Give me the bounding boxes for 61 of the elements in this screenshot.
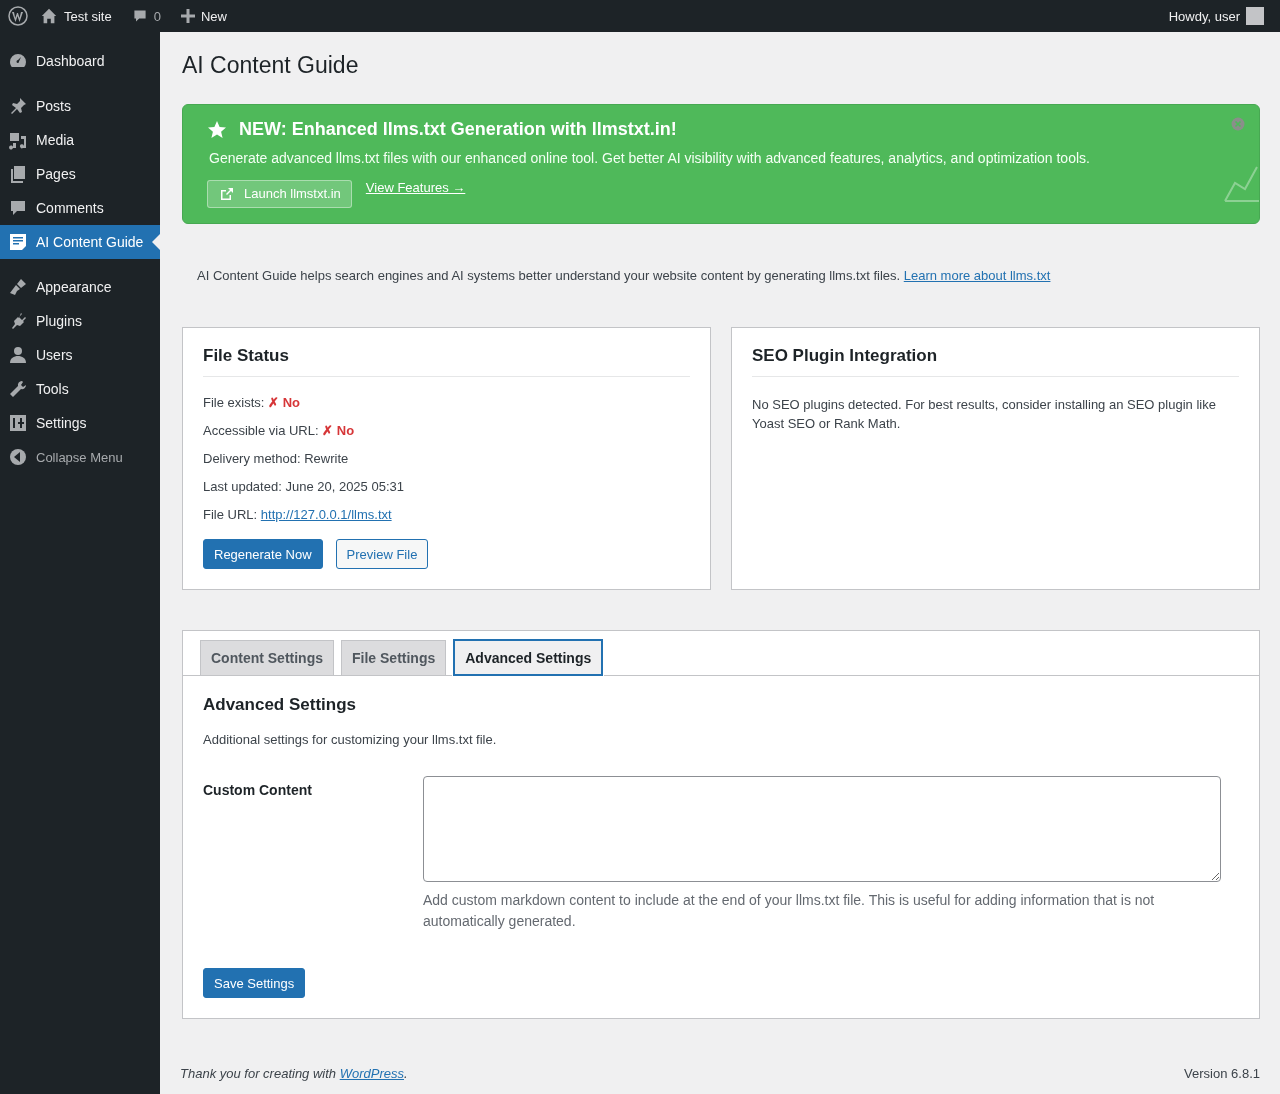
sidebar-item[interactable]: Settings bbox=[0, 406, 160, 440]
collapse-menu-button[interactable]: Collapse Menu bbox=[0, 440, 160, 474]
person-icon bbox=[8, 345, 28, 365]
sidebar-item[interactable]: Media bbox=[0, 123, 160, 157]
settings-tab[interactable]: Advanced Settings bbox=[453, 639, 604, 676]
section-title: Advanced Settings bbox=[203, 695, 358, 715]
file-url-link[interactable]: http://127.0.0.1/llms.txt bbox=[260, 507, 392, 522]
speech-bubble-icon bbox=[131, 8, 148, 24]
media-icon bbox=[8, 130, 28, 150]
star-icon bbox=[207, 119, 227, 140]
settings-tab[interactable]: Content Settings bbox=[200, 640, 334, 675]
status-line: Last updated: June 20, 2025 05:31 bbox=[203, 479, 405, 494]
footer-text: Thank you for creating with WordPress. bbox=[180, 1066, 408, 1081]
sidebar-item[interactable]: Tools bbox=[0, 372, 160, 406]
account-menu[interactable]: Howdy, user bbox=[1160, 7, 1272, 25]
banner-text: Generate advanced llms.txt files with our enhanced online tool. Get better AI visibility with advanced features, analytics, and optimization tools. bbox=[209, 150, 1091, 166]
status-line: File exists: ✗ No bbox=[203, 395, 301, 410]
avatar-icon bbox=[1246, 7, 1264, 25]
site-link[interactable]: Test site bbox=[32, 7, 120, 25]
brush-icon bbox=[8, 277, 28, 297]
regenerate-button[interactable]: Regenerate Now bbox=[203, 539, 323, 569]
sidebar-item[interactable]: Posts bbox=[0, 89, 160, 123]
status-line: Accessible via URL: ✗ No bbox=[203, 423, 356, 438]
speech-bubble-icon bbox=[8, 198, 28, 218]
wrench-icon bbox=[8, 379, 28, 399]
document-icon bbox=[8, 232, 28, 252]
sliders-icon bbox=[8, 413, 28, 433]
card-title: File Status bbox=[203, 346, 690, 377]
sidebar-item[interactable]: Dashboard bbox=[0, 44, 160, 78]
card-title: SEO Plugin Integration bbox=[752, 346, 1239, 377]
sidebar-item[interactable]: Appearance bbox=[0, 270, 160, 304]
current-page-pointer-icon bbox=[152, 234, 160, 250]
preview-button[interactable]: Preview File bbox=[335, 539, 429, 569]
settings-tab[interactable]: File Settings bbox=[341, 640, 447, 675]
sidebar-item[interactable]: Pages bbox=[0, 157, 160, 191]
new-link[interactable]: New bbox=[172, 8, 235, 24]
comments-link[interactable]: 0 bbox=[123, 8, 169, 24]
custom-content-field[interactable] bbox=[423, 776, 1221, 882]
seo-text: No SEO plugins detected. For best results, consider installing an SEO plugin like Yoast SEO or Rank Math. bbox=[752, 396, 1217, 433]
version-text: Version 6.8.1 bbox=[1184, 1066, 1260, 1081]
banner-title: NEW: Enhanced llms.txt Generation with llmstxt.in! bbox=[239, 119, 677, 140]
section-description: Additional settings for customizing your llms.txt file. bbox=[203, 732, 498, 747]
wordpress-link[interactable]: WordPress bbox=[339, 1066, 404, 1081]
intro-text: AI Content Guide helps search engines and AI systems better understand your website content by generating llms.txt files. Learn more about llms.txt bbox=[197, 268, 1052, 283]
learn-more-link[interactable]: Learn more about llms.txt bbox=[903, 268, 1051, 283]
status-line: Delivery method: Rewrite bbox=[203, 451, 350, 466]
external-link-icon bbox=[220, 186, 234, 201]
field-help: Add custom markdown content to include at the end of your llms.txt file. This is useful for adding information that is not automatically generated. bbox=[423, 891, 1156, 931]
pages-icon bbox=[8, 164, 28, 184]
sidebar-item[interactable]: Plugins bbox=[0, 304, 160, 338]
page-title: AI Content Guide bbox=[182, 52, 360, 79]
left-arrow-circle-icon bbox=[8, 447, 28, 467]
sidebar-item[interactable]: Comments bbox=[0, 191, 160, 225]
sidebar-item[interactable]: Users bbox=[0, 338, 160, 372]
status-line: File URL: http://127.0.0.1/llms.txt bbox=[203, 507, 393, 522]
field-label: Custom Content bbox=[203, 781, 313, 800]
plus-icon bbox=[180, 9, 195, 23]
wordpress-logo-icon[interactable] bbox=[8, 6, 28, 26]
home-icon bbox=[40, 7, 58, 25]
save-button[interactable]: Save Settings bbox=[203, 968, 306, 998]
sidebar-item[interactable]: AI Content Guide bbox=[0, 225, 160, 259]
